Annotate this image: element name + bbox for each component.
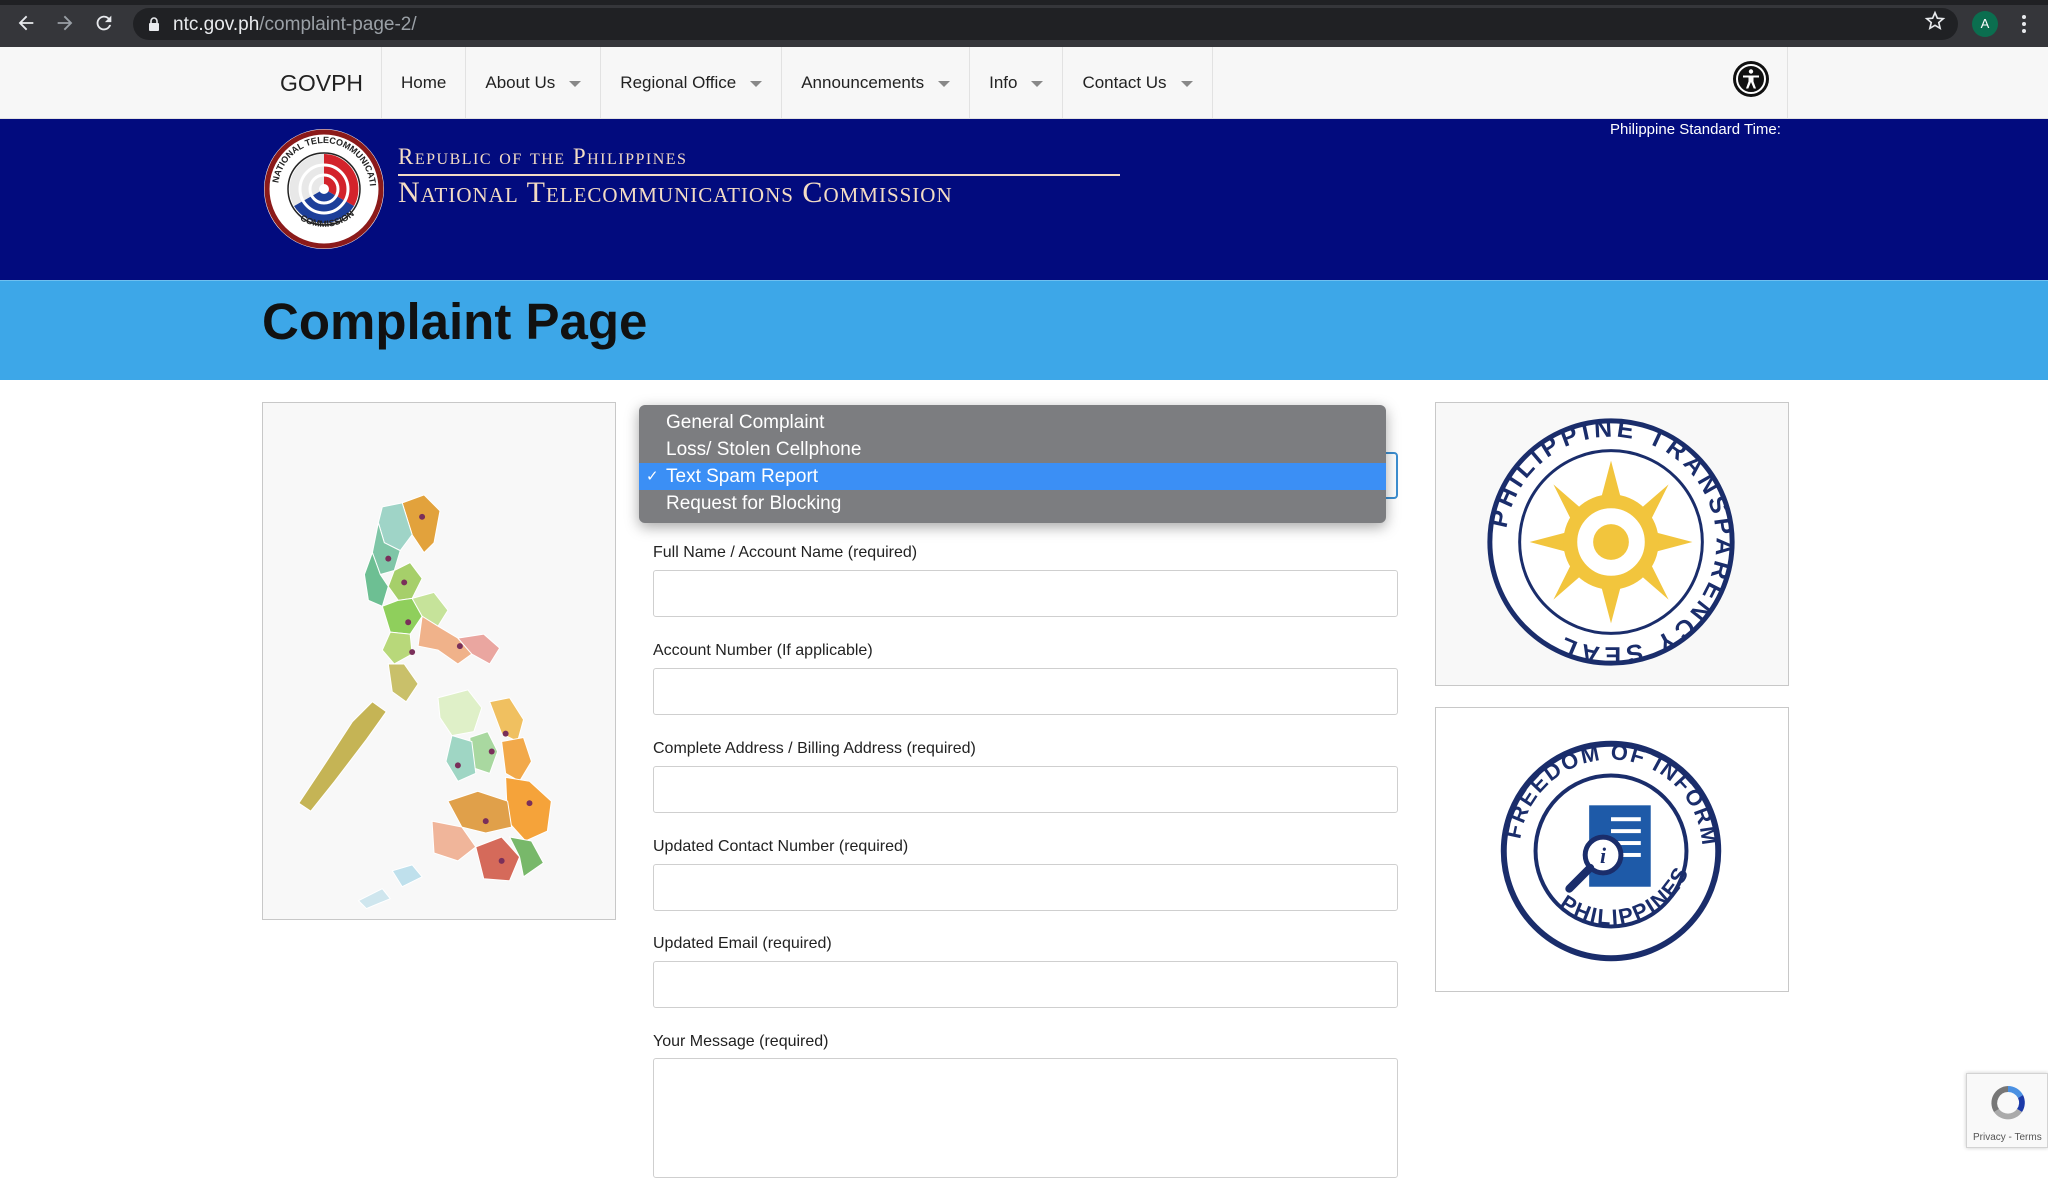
- topbar-menu: GOVPH Home About Us Regional Office Anno…: [262, 47, 1213, 119]
- foi-seal-logo: FREEDOM OF INFORMATION PHILIPPINES i: [1427, 688, 1722, 962]
- option-general-complaint[interactable]: General Complaint: [639, 409, 1386, 436]
- contact-number-label: Updated Contact Number (required): [653, 838, 909, 855]
- svg-text:i: i: [1600, 844, 1606, 868]
- bookmark-star-icon[interactable]: [1924, 10, 1946, 32]
- account-number-input[interactable]: [653, 668, 1398, 715]
- foi-seal-panel[interactable]: FREEDOM OF INFORMATION PHILIPPINES i: [1427, 688, 1789, 992]
- transparency-seal-logo: PHILIPPINE TRANSPARENCY SEAL: [1486, 415, 1735, 668]
- address-label: Complete Address / Billing Address (requ…: [653, 740, 976, 757]
- email-label: Updated Email (required): [653, 935, 832, 952]
- nav-about-us[interactable]: About Us: [466, 47, 602, 119]
- ntc-seal-logo[interactable]: NATIONAL TELECOMMUNICATIONS COMMISSION: [262, 127, 386, 251]
- caret-down-icon: [938, 81, 951, 87]
- complaint-type-dropdown: General Complaint Loss/ Stolen Cellphone…: [639, 405, 1386, 523]
- full-name-label: Full Name / Account Name (required): [653, 544, 918, 561]
- caret-down-icon: [750, 81, 763, 87]
- recaptcha-privacy-terms[interactable]: Privacy - Terms: [1973, 1132, 2042, 1143]
- reload-icon[interactable]: [92, 12, 116, 36]
- contact-number-input[interactable]: [653, 864, 1398, 911]
- accessibility-icon[interactable]: [1733, 61, 1769, 97]
- message-label: Your Message (required): [653, 1033, 829, 1050]
- caret-down-icon: [569, 81, 582, 87]
- nav-home[interactable]: Home: [382, 47, 467, 119]
- masthead-republic-line: Republic of the Philippines: [398, 144, 688, 169]
- checkmark-icon: ✓: [646, 468, 659, 485]
- address-bar[interactable]: ntc.gov.ph/complaint-page-2/: [133, 8, 1958, 40]
- govph-brand[interactable]: GOVPH: [262, 47, 382, 119]
- philippine-standard-time-label: Philippine Standard Time:: [1610, 121, 1781, 138]
- profile-avatar[interactable]: A: [1972, 11, 1998, 37]
- page-title: Complaint Page: [262, 293, 648, 350]
- lock-icon: [149, 17, 159, 31]
- option-loss-stolen-cellphone[interactable]: Loss/ Stolen Cellphone: [639, 436, 1386, 463]
- forward-icon[interactable]: [53, 12, 77, 36]
- philippines-map-image: [298, 494, 552, 910]
- browser-menu-icon[interactable]: [2012, 11, 2036, 37]
- nav-announcements[interactable]: Announcements: [782, 47, 971, 119]
- caret-down-icon: [1031, 81, 1044, 87]
- philippines-map-panel[interactable]: [262, 402, 616, 920]
- topbar-divider: [1787, 47, 1788, 119]
- back-icon[interactable]: [14, 12, 38, 36]
- account-number-label: Account Number (If applicable): [653, 642, 873, 659]
- message-textarea[interactable]: [653, 1058, 1398, 1178]
- option-text-spam-report[interactable]: ✓ Text Spam Report: [639, 463, 1386, 490]
- caret-down-icon: [1180, 81, 1193, 87]
- full-name-input[interactable]: [653, 570, 1398, 617]
- recaptcha-icon: [1991, 1086, 2025, 1120]
- nav-info[interactable]: Info: [970, 47, 1064, 119]
- nav-contact-us[interactable]: Contact Us: [1063, 47, 1213, 119]
- address-input[interactable]: [653, 766, 1398, 813]
- url-text: ntc.gov.ph/complaint-page-2/: [173, 14, 417, 35]
- email-input[interactable]: [653, 961, 1398, 1008]
- nav-regional-office[interactable]: Regional Office: [601, 47, 783, 119]
- recaptcha-badge[interactable]: Privacy - Terms: [1966, 1073, 2048, 1148]
- option-request-for-blocking[interactable]: Request for Blocking: [639, 490, 1386, 517]
- masthead-agency-name: National Telecommunications Commission: [398, 176, 953, 209]
- transparency-seal-panel[interactable]: PHILIPPINE TRANSPARENCY SEAL: [1435, 402, 1789, 686]
- browser-tab-strip: [0, 0, 2048, 5]
